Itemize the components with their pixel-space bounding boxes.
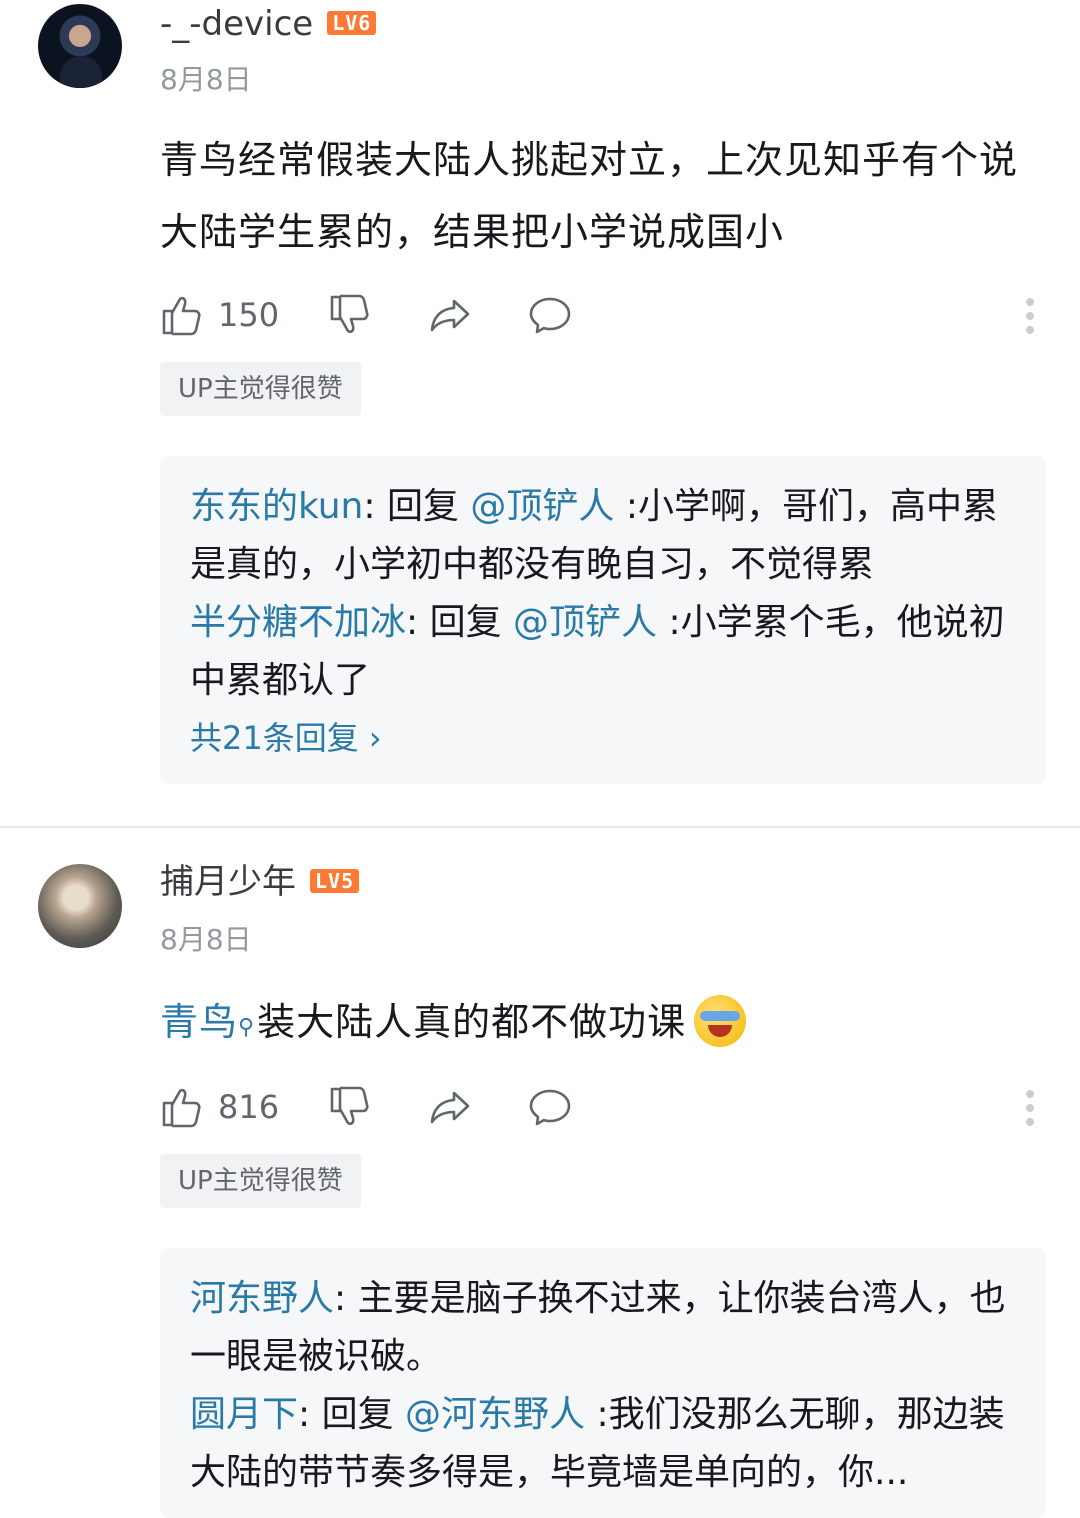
comment-text-rest: 装大陆人真的都不做功课 (257, 1000, 687, 1044)
reply-item[interactable]: 半分糖不加冰: 回复 @顶铲人 :小学累个毛，他说初中累都认了 (190, 594, 1018, 710)
up-liked-badge: UP主觉得很赞 (160, 362, 361, 416)
view-all-replies-link[interactable]: 共21条回复 › (190, 710, 1046, 766)
more-vertical-icon[interactable] (1020, 1086, 1040, 1126)
dislike-button[interactable] (328, 1082, 372, 1132)
search-icon: ⚲ (238, 1015, 256, 1040)
share-icon (430, 1091, 470, 1124)
more-vertical-icon[interactable] (1020, 294, 1040, 334)
thumbs-down-icon (330, 294, 369, 334)
reply-button[interactable] (528, 290, 572, 340)
mention-link[interactable]: @顶铲人 (513, 602, 657, 643)
username-text[interactable]: 捕月少年 (160, 862, 296, 902)
reply-button[interactable] (528, 1082, 572, 1132)
thumbs-up-icon (162, 1088, 201, 1128)
like-button[interactable]: 150 (160, 290, 279, 340)
reply-item[interactable]: 东东的kun: 回复 @顶铲人 :小学啊，哥们，高中累是真的，小学初中都没有晚自… (190, 478, 1018, 594)
share-icon (430, 299, 470, 332)
reply-prefix: : 回复 (406, 602, 514, 643)
dislike-button[interactable] (328, 290, 372, 340)
level-badge: LV6 (327, 10, 377, 35)
laughing-crying-emoji-icon (694, 994, 747, 1047)
reply-prefix: : 回复 (298, 1394, 406, 1435)
like-button[interactable]: 816 (160, 1082, 279, 1132)
reply-author[interactable]: 半分糖不加冰 (190, 602, 406, 643)
thumbs-up-icon (162, 296, 201, 336)
like-count: 150 (218, 296, 280, 334)
avatar[interactable] (38, 4, 122, 88)
share-button[interactable] (428, 1082, 472, 1132)
reply-author[interactable]: 圆月下 (190, 1394, 298, 1435)
reply-item[interactable]: 河东野人: 主要是脑子换不过来，让你装台湾人，也一眼是被识破。 (190, 1270, 1018, 1386)
up-liked-badge: UP主觉得很赞 (160, 1154, 361, 1208)
username-text[interactable]: -_-device (160, 4, 313, 44)
comment-actions: 816 (160, 1082, 1040, 1132)
reply-item[interactable]: 圆月下: 回复 @河东野人 :我们没那么无聊，那边装大陆的带节奏多得是，毕竟墙是… (190, 1386, 1018, 1502)
username[interactable]: 捕月少年 LV5 (160, 862, 360, 902)
avatar[interactable] (38, 864, 122, 948)
comment-bubble-icon (529, 297, 571, 334)
comment-text: 青鸟经常假装大陆人挑起对立，上次见知乎有个说大陆学生累的，结果把小学说成国小 (160, 138, 1019, 254)
reply-prefix: : (334, 1278, 358, 1319)
reply-author[interactable]: 东东的kun (190, 486, 363, 527)
reply-preview-box[interactable]: 河东野人: 主要是脑子换不过来，让你装台湾人，也一眼是被识破。 圆月下: 回复 … (160, 1248, 1046, 1518)
comment-bubble-icon (529, 1089, 571, 1126)
thumbs-down-icon (330, 1086, 369, 1126)
reply-preview-box[interactable]: 东东的kun: 回复 @顶铲人 :小学啊，哥们，高中累是真的，小学初中都没有晚自… (160, 456, 1046, 784)
mention-link[interactable]: @顶铲人 (470, 486, 614, 527)
level-badge: LV5 (310, 868, 360, 893)
username[interactable]: -_-device LV6 (160, 4, 377, 44)
mention-link[interactable]: @河东野人 (405, 1394, 585, 1435)
like-count: 816 (218, 1088, 280, 1126)
comment-actions: 150 (160, 290, 1040, 340)
search-keyword-link[interactable]: 青鸟 (160, 1000, 238, 1044)
comment-date: 8月8日 (160, 923, 252, 956)
reply-prefix: : 回复 (363, 486, 471, 527)
reply-author[interactable]: 河东野人 (190, 1278, 334, 1319)
comment-divider (0, 826, 1080, 828)
share-button[interactable] (428, 290, 472, 340)
comment-date: 8月8日 (160, 63, 252, 96)
comment-text: 青鸟⚲装大陆人真的都不做功课 (160, 986, 1040, 1058)
